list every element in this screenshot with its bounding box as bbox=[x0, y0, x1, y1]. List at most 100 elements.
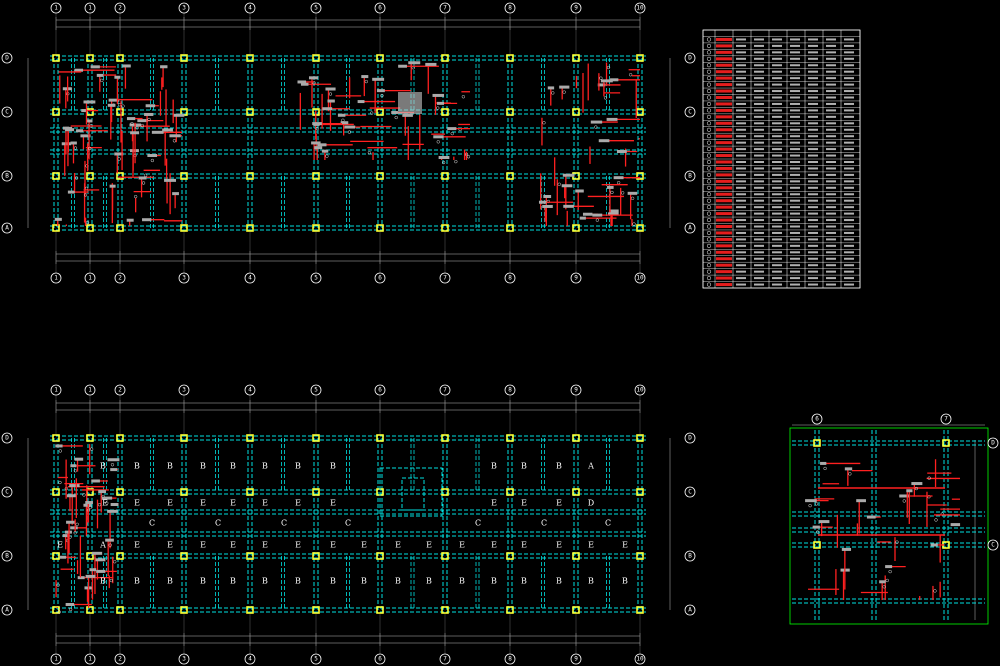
table-value-cell bbox=[754, 199, 764, 202]
rebar-callout bbox=[557, 182, 561, 186]
slab-type-label: B bbox=[167, 577, 173, 586]
rebar-tag bbox=[107, 458, 120, 462]
rebar-tag bbox=[70, 464, 77, 468]
slab-type-label: E bbox=[556, 541, 562, 550]
table-value-cell bbox=[808, 251, 818, 254]
table-value-cell bbox=[808, 102, 818, 105]
rebar-tag bbox=[606, 117, 618, 121]
slab-type-label: B bbox=[100, 462, 106, 471]
rebar-tag bbox=[563, 204, 574, 208]
rebar-tag bbox=[559, 85, 570, 89]
table-value-cell bbox=[808, 270, 818, 273]
slab-type-label: C bbox=[149, 519, 155, 528]
grid-bubble-bottom: 1 bbox=[50, 272, 62, 284]
grid-bubble-top: 9 bbox=[570, 384, 582, 396]
rebar-tag bbox=[96, 569, 106, 573]
rebar-tag bbox=[297, 80, 307, 84]
table-value-cell bbox=[736, 122, 746, 125]
rebar-tag bbox=[547, 86, 555, 90]
rebar-tag bbox=[96, 73, 104, 77]
grid-bubble-top: 7 bbox=[439, 384, 451, 396]
rebar-callout bbox=[888, 569, 892, 574]
table-value-cell bbox=[736, 64, 746, 67]
rebar-callout bbox=[97, 503, 102, 507]
grid-bubble-top: 8 bbox=[504, 2, 516, 14]
table-index-cell bbox=[706, 50, 712, 55]
rebar-tag bbox=[538, 200, 547, 204]
table-value-cell bbox=[772, 219, 782, 222]
table-value-cell bbox=[808, 83, 818, 86]
rebar-tag bbox=[94, 558, 106, 562]
grid-bubble-label: 1 bbox=[54, 5, 58, 12]
rebar-tag bbox=[337, 113, 346, 117]
grid-bubble-label: 1 bbox=[54, 275, 58, 282]
table-value-cell bbox=[736, 206, 746, 209]
stair-detail bbox=[398, 92, 422, 114]
table-value-cell bbox=[808, 180, 818, 183]
table-value-cell bbox=[844, 102, 854, 105]
table-index-cell bbox=[706, 230, 712, 235]
grid-bubble-bottom: 6 bbox=[374, 653, 386, 665]
table-value-cell bbox=[844, 244, 854, 247]
grid-bubble-bottom: 9 bbox=[570, 272, 582, 284]
slab-type-label: B bbox=[167, 462, 173, 471]
grid-bubble-right: C bbox=[684, 486, 696, 498]
table-value-cell bbox=[844, 57, 854, 60]
slab-type-label: B bbox=[330, 577, 336, 586]
table-value-cell bbox=[772, 270, 782, 273]
table-value-cell bbox=[736, 251, 746, 254]
table-value-cell bbox=[844, 251, 854, 254]
table-value-cell bbox=[772, 141, 782, 144]
rebar-tag bbox=[64, 128, 75, 132]
table-value-cell bbox=[736, 44, 746, 47]
table-value-cell bbox=[772, 102, 782, 105]
table-index-cell bbox=[706, 127, 712, 132]
grid-bubble-bottom: 9 bbox=[570, 653, 582, 665]
grid-bubble-label: 3 bbox=[182, 387, 186, 394]
rebar-callout bbox=[172, 139, 177, 143]
table-value-cell bbox=[736, 90, 746, 93]
table-value-cell bbox=[826, 186, 836, 189]
table-value-cell bbox=[790, 167, 800, 170]
table-value-cell bbox=[736, 180, 746, 183]
table-value-cell bbox=[790, 277, 800, 280]
rebar-callout bbox=[58, 480, 62, 485]
rebar-tag bbox=[402, 113, 413, 117]
table-index-cell bbox=[706, 250, 712, 255]
table-rebar-cell bbox=[716, 250, 732, 254]
table-value-cell bbox=[808, 219, 818, 222]
slab-type-label: B bbox=[521, 577, 527, 586]
grid-bubble-right: A bbox=[684, 222, 696, 234]
rebar-tag bbox=[885, 565, 893, 569]
rebar-callout bbox=[551, 91, 555, 95]
table-value-cell bbox=[826, 257, 836, 260]
grid-bubble-bottom: 4 bbox=[244, 653, 256, 665]
table-rebar-cell bbox=[716, 218, 732, 222]
table-value-cell bbox=[790, 96, 800, 99]
rebar-tag bbox=[841, 547, 852, 551]
table-value-cell bbox=[790, 141, 800, 144]
grid-bubble-left: A bbox=[1, 604, 13, 616]
table-value-cell bbox=[736, 51, 746, 54]
rebar-callout bbox=[933, 589, 937, 593]
grid-bubble-bottom: 7 bbox=[439, 653, 451, 665]
table-value-cell bbox=[772, 109, 782, 112]
slab-type-label: E bbox=[361, 541, 367, 550]
table-value-cell bbox=[844, 264, 854, 267]
table-value-cell bbox=[808, 57, 818, 60]
table-rebar-cell bbox=[716, 147, 732, 151]
table-value-cell bbox=[736, 219, 746, 222]
table-value-cell bbox=[754, 90, 764, 93]
grid-bubble-left: C bbox=[1, 486, 13, 498]
table-value-cell bbox=[736, 77, 746, 80]
rebar-tag bbox=[391, 111, 398, 115]
slab-type-label: B bbox=[100, 577, 106, 586]
grid-bubble-bottom: 2 bbox=[114, 653, 126, 665]
table-value-cell bbox=[808, 115, 818, 118]
table-rebar-cell bbox=[716, 115, 732, 119]
cad-drawing-canvas: 1 1 1 1 2 2 3 3 4 4 5 5 6 6 7 7 8 8 9 9 10 10 D D C C B B A A 1 1 1 1 2 2 3… bbox=[1, 2, 999, 665]
grid-bubble-label: B bbox=[688, 553, 692, 560]
table-value-cell bbox=[826, 270, 836, 273]
grid-bubble-left: B bbox=[1, 550, 13, 562]
table-value-cell bbox=[772, 96, 782, 99]
